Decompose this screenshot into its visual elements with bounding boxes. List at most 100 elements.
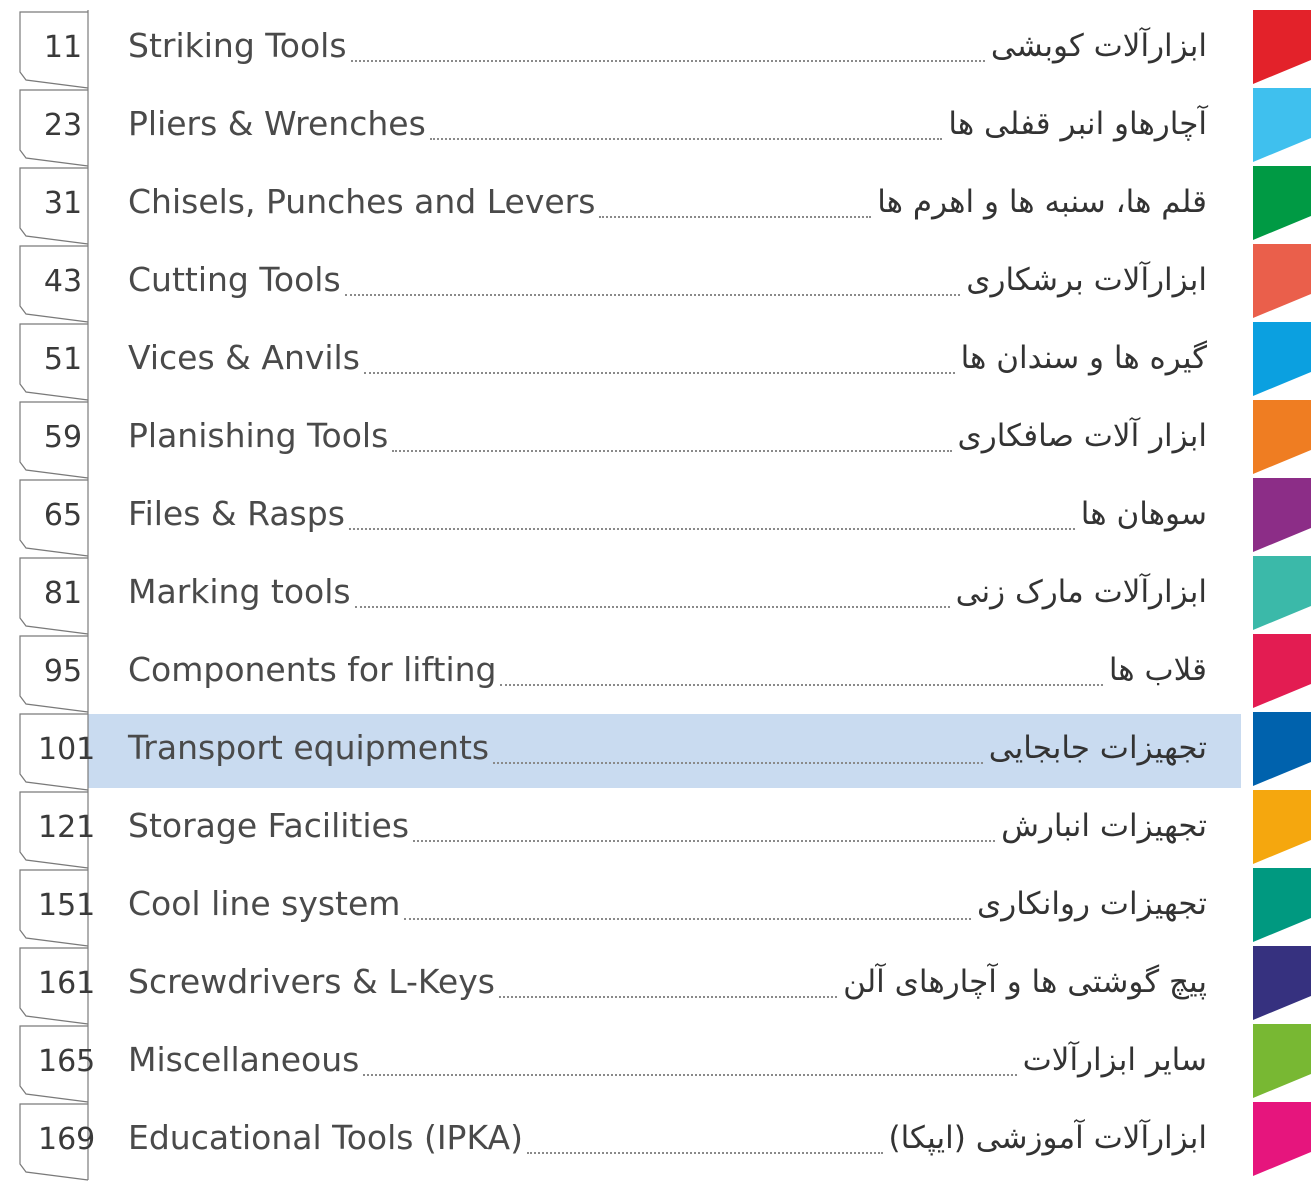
entry-title-en[interactable]: Miscellaneous [128, 1040, 359, 1080]
page-number-tab: 31 [18, 166, 90, 245]
entry-title-fa[interactable]: گیره ها و سندان ها [961, 338, 1207, 378]
entry-title-en[interactable]: Transport equipments [128, 728, 489, 768]
entry-title-fa[interactable]: ابزارآلات برشکاری [966, 260, 1207, 300]
page-number: 101 [38, 732, 96, 767]
entry-title-en[interactable]: Striking Tools [128, 26, 347, 66]
toc-entry[interactable]: 31 Chisels, Punches and Levers قلم ها، سنب… [0, 166, 1311, 245]
chapter-color-tab[interactable] [1241, 88, 1311, 166]
chapter-color-tab[interactable] [1241, 790, 1311, 868]
page-number: 151 [38, 888, 96, 923]
page-number-tab: 165 [18, 1024, 96, 1103]
page-number: 31 [43, 186, 83, 221]
entry-title-en[interactable]: Pliers & Wrenches [128, 104, 426, 144]
entry-title-en[interactable]: Marking tools [128, 572, 351, 612]
dot-leader [499, 978, 837, 998]
chapter-color-tab[interactable] [1241, 556, 1311, 634]
dot-leader [404, 900, 971, 920]
page-number-tab: 65 [18, 478, 90, 557]
page-number-tab: 121 [18, 790, 96, 869]
dot-leader [493, 744, 983, 764]
entry-title-en[interactable]: Educational Tools (IPKA) [128, 1118, 523, 1158]
toc-entry[interactable]: 165 Miscellaneous سایر ابزارآلات [0, 1024, 1311, 1103]
chapter-color-tab[interactable] [1241, 478, 1311, 556]
page-number: 11 [43, 30, 83, 65]
page-number: 43 [43, 264, 83, 299]
entry-title-fa[interactable]: تجهیزات جابجایی [989, 728, 1207, 768]
page-number-tab: 51 [18, 322, 90, 401]
entry-title-en[interactable]: Storage Facilities [128, 806, 409, 846]
page-number-tab: 43 [18, 244, 90, 323]
page-number: 23 [43, 108, 83, 143]
entry-title-fa[interactable]: سوهان ها [1081, 494, 1207, 534]
page-number: 169 [38, 1122, 96, 1157]
dot-leader [364, 354, 955, 374]
chapter-color-tab[interactable] [1241, 322, 1311, 400]
chapter-color-tab[interactable] [1241, 712, 1311, 790]
toc-entry[interactable]: 59 Planishing Tools ابزار آلات صافکاری [0, 400, 1311, 479]
page-number: 95 [43, 654, 83, 689]
table-of-contents: 11 Striking Tools ابزارآلات کوبشی 23 Pliers … [0, 0, 1311, 1192]
chapter-color-tab[interactable] [1241, 10, 1311, 88]
entry-title-fa[interactable]: قلاب ها [1109, 650, 1207, 690]
toc-entry[interactable]: 81 Marking tools ابزارآلات مارک زنی [0, 556, 1311, 635]
entry-title-fa[interactable]: ابزارآلات کوبشی [991, 26, 1207, 66]
entry-title-fa[interactable]: قلم ها، سنبه ها و اهرم ها [877, 182, 1207, 222]
toc-entry[interactable]: 101 Transport equipments تجهیزات جابجایی [0, 712, 1311, 791]
dot-leader [392, 432, 952, 452]
dot-leader [527, 1134, 883, 1154]
toc-entry[interactable]: 95 Components for lifting قلاب ها [0, 634, 1311, 713]
entry-title-en[interactable]: Vices & Anvils [128, 338, 360, 378]
toc-entry[interactable]: 121 Storage Facilities تجهیزات انبارش [0, 790, 1311, 869]
toc-entry[interactable]: 51 Vices & Anvils گیره ها و سندان ها [0, 322, 1311, 401]
page-number-tab: 101 [18, 712, 96, 791]
chapter-color-tab[interactable] [1241, 400, 1311, 478]
page-number-tab: 59 [18, 400, 90, 479]
entry-title-en[interactable]: Files & Rasps [128, 494, 345, 534]
entry-title-en[interactable]: Planishing Tools [128, 416, 388, 456]
chapter-color-tab[interactable] [1241, 1102, 1311, 1180]
dot-leader [599, 198, 871, 218]
page-number-tab: 81 [18, 556, 90, 635]
entry-title-en[interactable]: Components for lifting [128, 650, 496, 690]
page-number: 121 [38, 810, 96, 845]
entry-title-fa[interactable]: تجهیزات انبارش [1001, 806, 1207, 846]
toc-entry[interactable]: 161 Screwdrivers & L-Keys پیچ گوشتی ها و آ… [0, 946, 1311, 1025]
entry-title-fa[interactable]: ابزار آلات صافکاری [958, 416, 1208, 456]
toc-entry[interactable]: 65 Files & Rasps سوهان ها [0, 478, 1311, 557]
entry-title-en[interactable]: Chisels, Punches and Levers [128, 182, 595, 222]
dot-leader [363, 1056, 1017, 1076]
chapter-color-tab[interactable] [1241, 868, 1311, 946]
page-number-tab: 11 [18, 10, 90, 89]
page-number: 165 [38, 1044, 96, 1079]
page-number: 81 [43, 576, 83, 611]
toc-entry[interactable]: 43 Cutting Tools ابزارآلات برشکاری [0, 244, 1311, 323]
page-number: 65 [43, 498, 83, 533]
page-number-tab: 169 [18, 1102, 96, 1181]
toc-entry[interactable]: 11 Striking Tools ابزارآلات کوبشی [0, 10, 1311, 89]
toc-entry[interactable]: 151 Cool line system تجهیزات روانکاری [0, 868, 1311, 947]
page-number-tab: 151 [18, 868, 96, 947]
chapter-color-tab[interactable] [1241, 634, 1311, 712]
toc-entry[interactable]: 169 Educational Tools (IPKA) ابزارآلات آمو… [0, 1102, 1311, 1181]
page-number: 161 [38, 966, 96, 1001]
entry-title-fa[interactable]: پیچ گوشتی ها و آچارهای آلن [843, 962, 1207, 1002]
entry-title-en[interactable]: Cutting Tools [128, 260, 341, 300]
entry-title-fa[interactable]: تجهیزات روانکاری [977, 884, 1207, 924]
chapter-color-tab[interactable] [1241, 244, 1311, 322]
entry-title-fa[interactable]: سایر ابزارآلات [1023, 1040, 1207, 1080]
toc-entry[interactable]: 23 Pliers & Wrenches آچارهاو انبر قفلی ها [0, 88, 1311, 167]
entry-title-fa[interactable]: آچارهاو انبر قفلی ها [948, 104, 1207, 144]
chapter-color-tab[interactable] [1241, 166, 1311, 244]
dot-leader [413, 822, 995, 842]
page-number-tab: 23 [18, 88, 90, 167]
entry-title-fa[interactable]: ابزارآلات مارک زنی [956, 572, 1207, 612]
page-number-tab: 95 [18, 634, 90, 713]
entry-title-fa[interactable]: ابزارآلات آموزشی (ایپکا) [889, 1118, 1207, 1158]
chapter-color-tab[interactable] [1241, 946, 1311, 1024]
dot-leader [355, 588, 950, 608]
dot-leader [500, 666, 1103, 686]
entry-title-en[interactable]: Screwdrivers & L-Keys [128, 962, 495, 1002]
dot-leader [345, 276, 960, 296]
entry-title-en[interactable]: Cool line system [128, 884, 400, 924]
chapter-color-tab[interactable] [1241, 1024, 1311, 1102]
